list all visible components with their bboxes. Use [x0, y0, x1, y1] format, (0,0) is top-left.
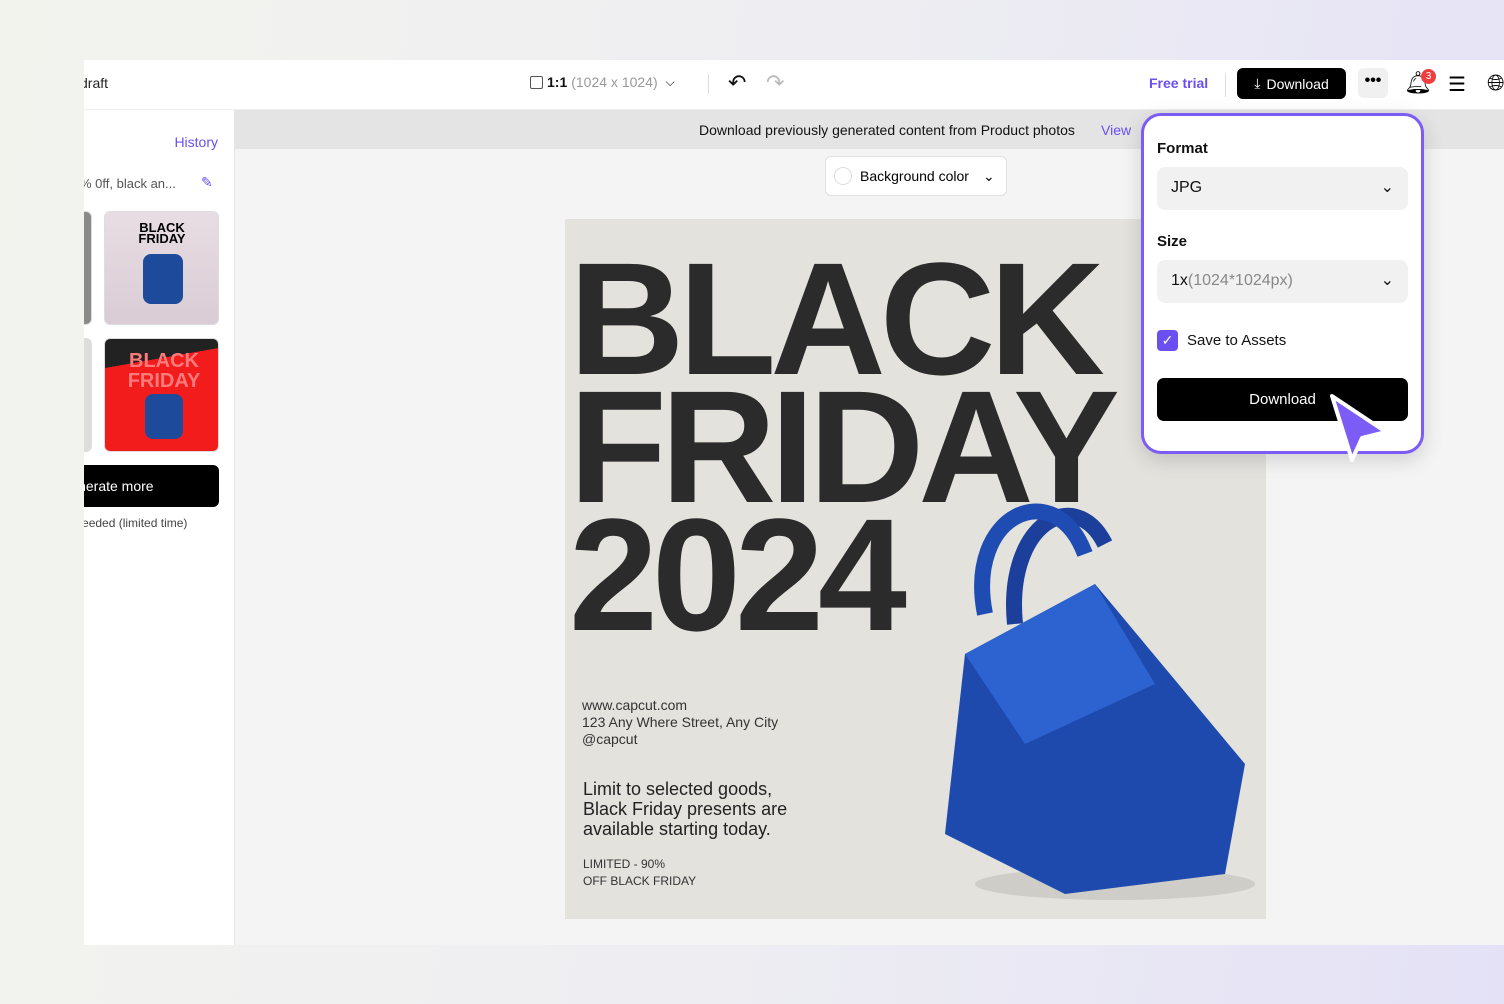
format-value: JPG [1171, 179, 1203, 196]
poster-handle: @capcut [582, 731, 638, 747]
layers-icon[interactable]: ☰ [1448, 72, 1466, 97]
free-trial-link[interactable]: Free trial [1149, 75, 1208, 91]
poster-website: www.capcut.com [582, 697, 688, 713]
poster-headline-3: 2024 [569, 485, 907, 664]
edit-icon[interactable]: ✎ [201, 174, 213, 191]
thumbnail-title: BLACK FRIDAY [127, 350, 201, 392]
ratio-label: 1:1 [547, 74, 568, 90]
size-value: 1x [1171, 272, 1188, 289]
chevron-down-icon: ⌄ [982, 167, 995, 184]
save-to-assets-label: Save to Assets [1187, 332, 1287, 349]
divider [708, 74, 709, 94]
background-color-dropdown[interactable]: Background color ⌄ [825, 156, 1007, 196]
poster-promo: OFF BLACK FRIDAY [583, 874, 697, 888]
aspect-ratio-dropdown[interactable]: 1:1 (1024 x 1024) ⌵ [530, 74, 675, 90]
ratio-size: (1024 x 1024) [571, 74, 658, 90]
generate-more-button[interactable]: Generate more [84, 465, 219, 507]
credits-note: No credits needed (limited time) [84, 516, 188, 530]
poster-promo: LIMITED - 90% [583, 857, 666, 871]
save-to-assets-checkbox[interactable]: ✓ [1157, 330, 1178, 351]
undo-icon[interactable]: ↶ [728, 70, 746, 96]
thumbnail-title: BLACK FRIDAY [138, 220, 186, 246]
chevron-down-icon: ⌄ [1380, 272, 1394, 289]
size-detail: (1024*1024px) [1187, 272, 1293, 289]
history-link[interactable]: History [174, 134, 218, 150]
bag-image [143, 254, 183, 304]
ratio-icon [530, 75, 543, 89]
thumbnail[interactable] [84, 338, 92, 452]
thumbnail[interactable]: BLACK FRIDAY [104, 211, 219, 325]
sidebar: History % 0ff, black an... ✎ BLACK FRIDA… [84, 110, 235, 945]
notification-badge: 3 [1421, 69, 1436, 84]
size-select[interactable]: 1x(1024*1024px) ⌄ [1157, 260, 1408, 303]
format-select[interactable]: JPG ⌄ [1157, 167, 1408, 210]
download-label: Download [1266, 75, 1329, 92]
poster-body: Limit to selected goods, [583, 779, 773, 799]
banner-view-link[interactable]: View [1101, 122, 1131, 138]
color-swatch [834, 167, 852, 185]
thumbnail[interactable] [84, 211, 92, 325]
more-options-icon[interactable]: ••• [1358, 68, 1388, 98]
chevron-down-icon: ⌄ [1380, 179, 1394, 196]
prompt-text: % 0ff, black an... [84, 176, 176, 191]
globe-icon[interactable]: 🌐︎ [1487, 70, 1504, 96]
chevron-down-icon: ⌵ [665, 74, 675, 89]
format-label: Format [1157, 140, 1208, 157]
poster-body: available starting today. [583, 819, 771, 839]
size-label: Size [1157, 233, 1188, 250]
header-download-button[interactable]: ⤓ Download [1237, 68, 1346, 99]
download-icon: ⤓ [1254, 75, 1261, 91]
thumbnail[interactable]: BLACK FRIDAY [104, 338, 219, 452]
cursor-icon [1330, 394, 1388, 462]
background-color-label: Background color [860, 168, 969, 184]
poster-body: Black Friday presents are [583, 799, 788, 819]
project-name[interactable]: draft [84, 75, 108, 91]
bag-image [145, 394, 183, 439]
top-bar: draft 1:1 (1024 x 1024) ⌵ ↶ ↷ Free trial… [84, 60, 1504, 110]
poster-address: 123 Any Where Street, Any City [582, 714, 779, 730]
bag-image [945, 503, 1255, 900]
divider [1225, 73, 1226, 97]
redo-icon[interactable]: ↷ [766, 70, 784, 96]
banner-text: Download previously generated content fr… [699, 122, 1075, 138]
